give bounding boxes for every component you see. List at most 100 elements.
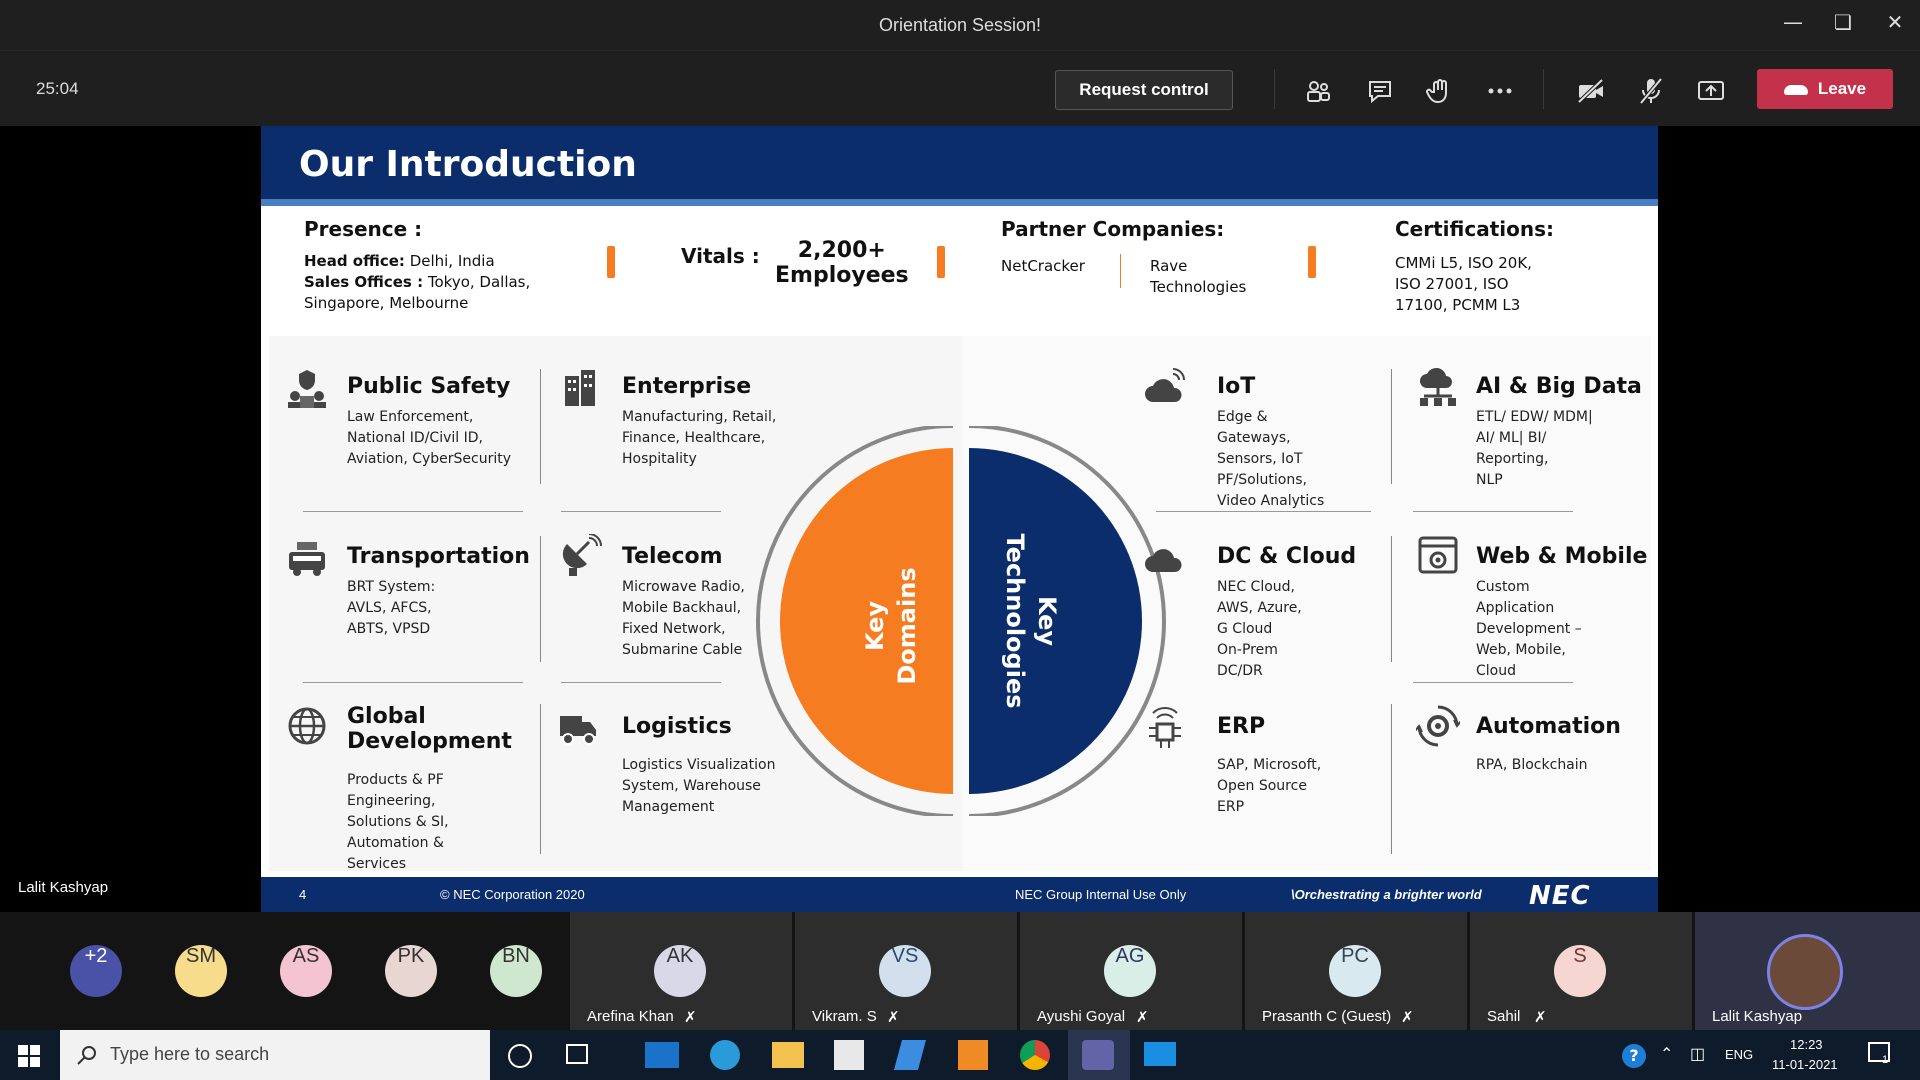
vitals-label: Vitals : <box>681 244 760 268</box>
language-indicator[interactable]: ENG <box>1725 1047 1753 1062</box>
leave-label: Leave <box>1817 79 1867 98</box>
request-control-button[interactable]: Request control <box>1055 70 1233 110</box>
certifications-block: Certifications: CMMi L5, ISO 20K, ISO 27… <box>1395 217 1554 316</box>
domain-title: Telecom <box>622 544 723 569</box>
grid-divider <box>561 682 721 683</box>
avatar: AG <box>1104 945 1156 997</box>
participant-tile[interactable]: AK Arefina Khan ✗ <box>570 912 792 1030</box>
avatar[interactable]: SM <box>175 945 227 997</box>
close-icon[interactable]: ✕ <box>1875 10 1915 34</box>
partner-rave-line1: Rave <box>1150 257 1188 275</box>
sublime-icon[interactable] <box>958 1040 988 1070</box>
browser-gear-icon <box>1418 536 1458 574</box>
raise-hand-icon[interactable] <box>1424 75 1456 107</box>
self-tile[interactable]: Lalit Kashyap <box>1695 912 1920 1030</box>
domain-title: Global Development <box>347 704 512 754</box>
partner-divider <box>1120 254 1121 288</box>
partner-rave-line2: Technologies <box>1150 278 1247 296</box>
tech-title: IoT <box>1217 374 1256 399</box>
sales-offices-value: Tokyo, Dallas, <box>427 273 531 291</box>
cert-line-1: CMMi L5, ISO 20K, <box>1395 254 1532 272</box>
avatar[interactable]: AS <box>280 945 332 997</box>
chrome-icon[interactable] <box>1020 1040 1050 1070</box>
automation-gear-icon <box>1416 705 1460 747</box>
taskbar-search[interactable]: Type here to search <box>60 1030 490 1080</box>
domain-title: Public Safety <box>347 374 511 399</box>
restore-icon[interactable]: ❏ <box>1823 10 1863 34</box>
avatar[interactable]: BN <box>490 945 542 997</box>
mic-muted-icon: ✗ <box>887 1009 900 1026</box>
grid-divider <box>1391 704 1392 854</box>
participant-tile[interactable]: PC Prasanth C (Guest) ✗ <box>1245 912 1467 1030</box>
visual-studio-icon[interactable] <box>893 1040 927 1070</box>
slide-page-number: 4 <box>299 887 307 902</box>
minimize-icon[interactable]: — <box>1773 10 1813 34</box>
toolbar-divider <box>1274 69 1275 109</box>
network-icon[interactable]: ◫ <box>1690 1044 1705 1064</box>
chevron-up-icon[interactable]: ⌃ <box>1660 1044 1673 1064</box>
more-participants-avatar[interactable]: +2 <box>70 945 122 997</box>
key-domains-line1: Key <box>861 601 889 651</box>
tech-desc: Edge & Gateways, Sensors, IoT PF/Solutions,… <box>1217 409 1325 509</box>
windows-start-icon[interactable] <box>18 1045 40 1067</box>
bus-icon <box>289 542 325 576</box>
grid-divider <box>540 704 541 854</box>
globe-icon <box>288 707 326 745</box>
certifications-label: Certifications: <box>1395 217 1554 241</box>
nec-logo: NEC <box>1529 881 1591 911</box>
partner-netcracker: NetCracker <box>1001 257 1085 275</box>
avatar: AK <box>654 945 706 997</box>
slide-header-stripe <box>261 199 1658 206</box>
participants-icon[interactable] <box>1302 75 1334 107</box>
slide-header: Our Introduction <box>261 126 1658 199</box>
mic-muted-icon: ✗ <box>1401 1009 1414 1026</box>
help-icon[interactable]: ? <box>1622 1044 1646 1068</box>
presence-block: Presence : Head office: Delhi, India Sal… <box>304 217 530 314</box>
participant-name: Lalit Kashyap <box>1712 1008 1803 1025</box>
edge-icon[interactable] <box>710 1040 740 1070</box>
file-explorer-icon[interactable] <box>772 1042 804 1068</box>
grid-divider <box>1156 511 1371 512</box>
participant-tile[interactable]: VS Vikram. S ✗ <box>795 912 1017 1030</box>
domain-telecom: Telecom Microwave Radio, Mobile Backhaul,… <box>622 544 745 661</box>
search-icon <box>77 1046 96 1065</box>
delivery-truck-icon <box>560 716 596 745</box>
tech-title: Web & Mobile <box>1476 544 1648 569</box>
vitals-value: 2,200+ Employees <box>775 238 909 288</box>
teams-taskbar-active[interactable] <box>1068 1030 1130 1080</box>
clock-time[interactable]: 12:23 <box>1790 1037 1823 1052</box>
domain-desc: Products & PF Engineering, Solutions & SI,… <box>347 772 449 872</box>
chat-icon[interactable] <box>1364 75 1396 107</box>
meeting-timer: 25:04 <box>36 79 79 98</box>
grid-divider <box>1413 511 1573 512</box>
mail-icon[interactable] <box>645 1042 679 1068</box>
tech-automation: Automation RPA, Blockchain <box>1476 714 1621 776</box>
participant-tile[interactable]: AG Ayushi Goyal ✗ <box>1020 912 1242 1030</box>
tech-ai-big-data: AI & Big Data ETL/ EDW/ MDM| AI/ ML| BI/R… <box>1476 374 1642 491</box>
remote-desktop-icon[interactable] <box>1144 1042 1176 1066</box>
domain-desc: BRT System: AVLS, AFCS, ABTS, VPSD <box>347 579 436 637</box>
tech-iot: IoT Edge & Gateways, Sensors, IoT PF/Soluti… <box>1217 374 1324 512</box>
share-screen-icon[interactable] <box>1695 75 1727 107</box>
task-view-icon[interactable] <box>566 1044 588 1064</box>
leave-button[interactable]: Leave <box>1757 69 1893 109</box>
shared-slide: Our Introduction Presence : Head office:… <box>261 126 1658 912</box>
camera-off-icon[interactable] <box>1575 75 1607 107</box>
grid-divider <box>561 511 721 512</box>
grid-divider <box>540 369 541 484</box>
grid-divider <box>1413 682 1573 683</box>
clock-date[interactable]: 11-01-2021 <box>1772 1057 1838 1072</box>
grid-divider <box>540 536 541 662</box>
more-options-icon[interactable] <box>1484 75 1516 107</box>
tech-desc: NEC Cloud, AWS, Azure, G Cloud On-Prem DC/DR <box>1217 579 1302 679</box>
mic-muted-icon: ✗ <box>1534 1009 1547 1026</box>
search-placeholder: Type here to search <box>110 1044 270 1064</box>
store-icon[interactable] <box>834 1040 864 1070</box>
avatar[interactable]: PK <box>385 945 437 997</box>
slide-copyright: © NEC Corporation 2020 <box>440 887 585 902</box>
cortana-icon[interactable] <box>508 1044 532 1068</box>
participant-tile[interactable]: S Sahil ✗ <box>1470 912 1692 1030</box>
domain-title: Transportation <box>347 544 530 569</box>
mic-off-icon[interactable] <box>1635 75 1667 107</box>
sales-offices-value-2: Singapore, Melbourne <box>304 294 469 312</box>
